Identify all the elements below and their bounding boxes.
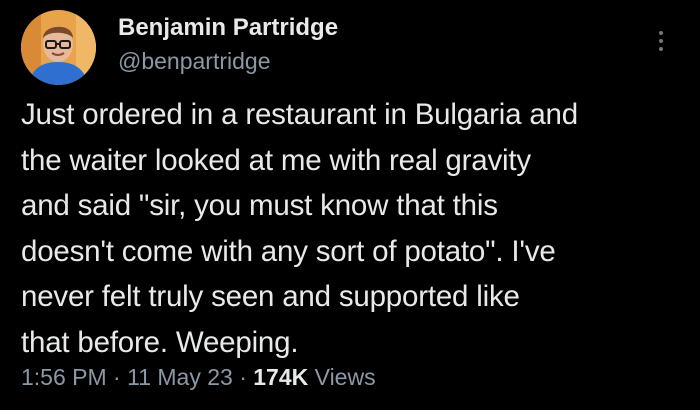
tweet-meta: 1:56 PM · 11 May 23 · 174K Views	[21, 364, 376, 391]
views-label: Views	[308, 364, 376, 390]
tweet-text-line: and said "sir, you must know that this	[21, 189, 498, 222]
more-vertical-icon-dot	[659, 47, 663, 51]
tweet-text: Just ordered in a restaurant in Bulgaria…	[21, 92, 693, 365]
tweet-text-line: Just ordered in a restaurant in Bulgaria…	[21, 98, 578, 131]
display-name[interactable]: Benjamin Partridge	[118, 14, 338, 42]
more-vertical-icon	[659, 31, 663, 35]
user-handle[interactable]: @benpartridge	[118, 48, 271, 75]
avatar[interactable]	[21, 10, 96, 85]
more-vertical-icon-dot	[659, 39, 663, 43]
meta-separator: ·	[106, 364, 128, 390]
views-count[interactable]: 174K	[253, 364, 308, 390]
tweet-date[interactable]: 11 May 23	[127, 364, 233, 390]
tweet-time[interactable]: 1:56 PM	[21, 364, 107, 390]
tweet-text-line: doesn't come with any sort of potato". I…	[21, 234, 556, 268]
tweet-card: Benjamin Partridge @benpartridge Just or…	[0, 0, 700, 410]
tweet-text-line: that before. Weeping.	[21, 325, 299, 359]
profile-photo-icon	[21, 10, 96, 85]
meta-separator: ·	[232, 364, 254, 390]
tweet-text-line: the waiter looked at me with real gravit…	[21, 143, 531, 177]
more-options-button[interactable]	[648, 24, 674, 58]
tweet-text-line: never felt truly seen and supported like	[21, 280, 520, 313]
